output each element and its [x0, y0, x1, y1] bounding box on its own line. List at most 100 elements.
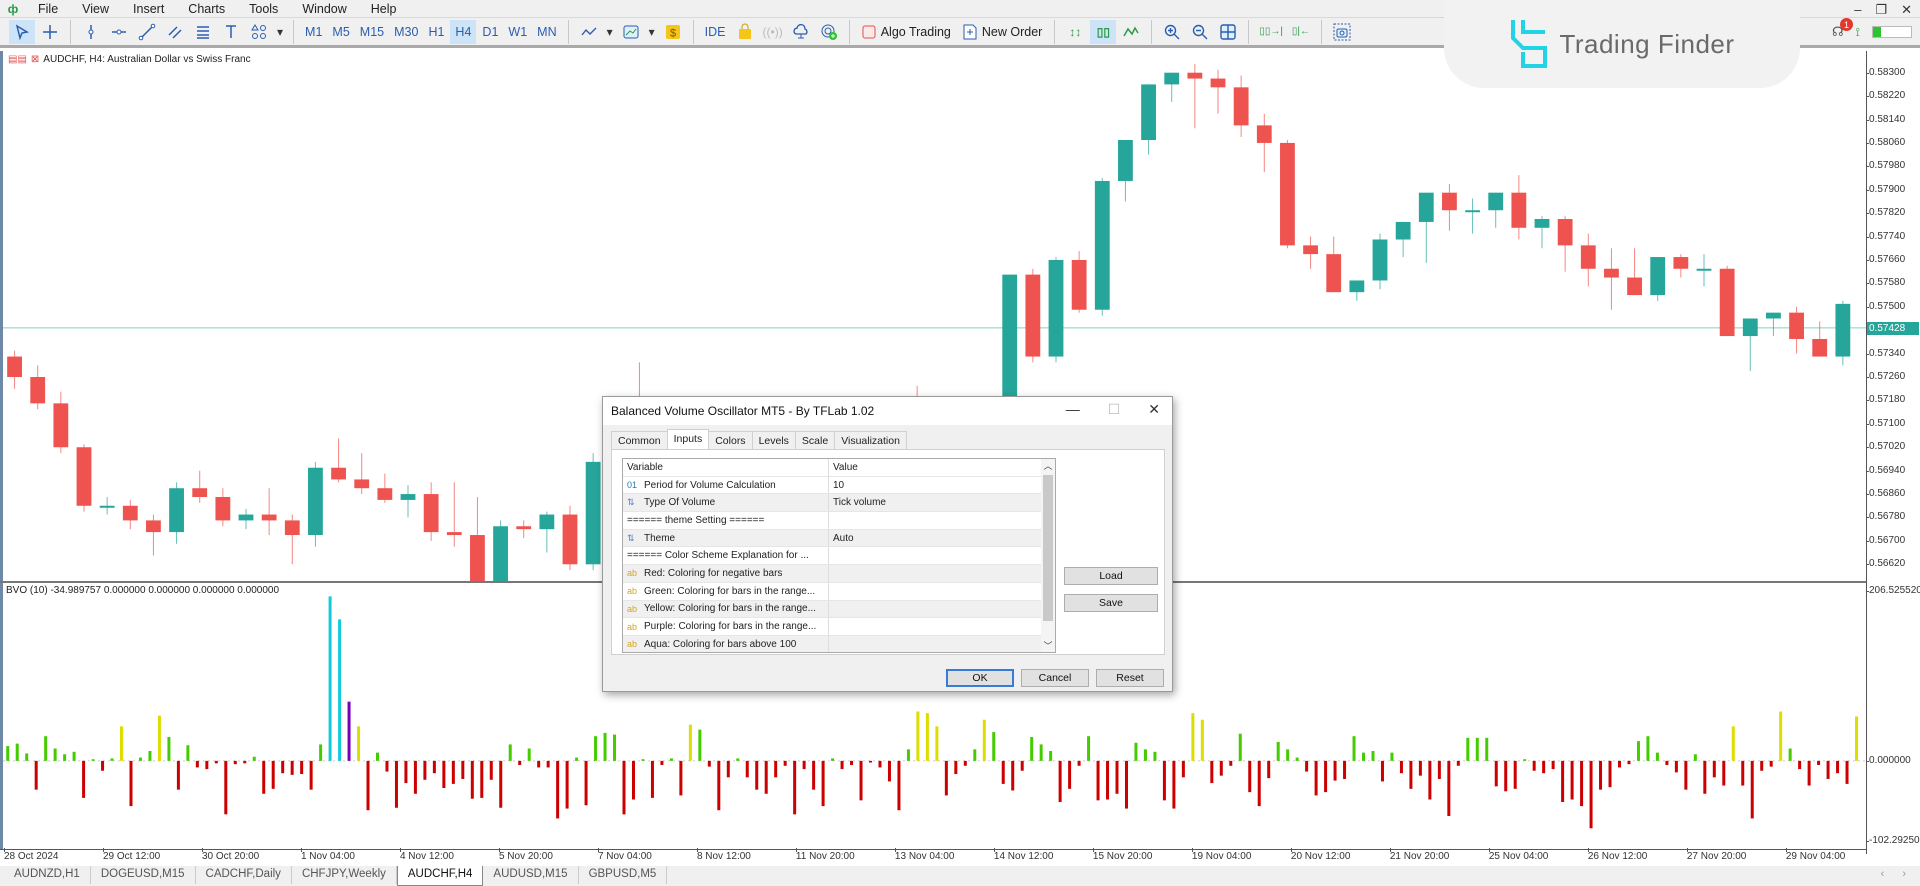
market-dollar-icon[interactable]: $ — [660, 20, 686, 44]
cancel-button[interactable]: Cancel — [1021, 669, 1089, 687]
indicators-icon[interactable] — [576, 20, 602, 44]
tab-scroll-left-icon[interactable]: ‹ — [1881, 868, 1885, 880]
connection-icon: ⟟ — [1855, 24, 1860, 39]
shopping-bag-icon[interactable] — [732, 20, 758, 44]
restore-button[interactable]: ❐ — [1875, 2, 1887, 18]
trendline-tool-icon[interactable] — [134, 20, 160, 44]
fingerprint-add-icon[interactable] — [816, 20, 842, 44]
close-button[interactable]: ✕ — [1901, 2, 1912, 18]
shapes-tool-icon[interactable] — [246, 20, 272, 44]
input-row[interactable]: ⇅ Type Of Volume Tick volume — [623, 494, 1055, 513]
timeframe-mn[interactable]: MN — [532, 25, 561, 39]
minimize-button[interactable]: – — [1854, 2, 1861, 18]
input-row[interactable]: ====== theme Setting ====== — [623, 512, 1055, 530]
timeframe-d1[interactable]: D1 — [477, 25, 503, 39]
timeframe-m1[interactable]: M1 — [300, 25, 327, 39]
equidistant-channel-tool-icon[interactable] — [162, 20, 188, 44]
time-axis[interactable]: 28 Oct 2024 29 Oct 12:00 30 Oct 20:00 1 Nov… — [0, 848, 1866, 865]
menu-file[interactable]: File — [26, 2, 70, 16]
price-tick-label: 0.58140 — [1865, 113, 1906, 125]
input-value[interactable]: 10 — [829, 480, 844, 491]
input-row[interactable]: ab Red: Coloring for negative bars — [623, 565, 1055, 583]
bvo-bar — [186, 745, 190, 761]
price-tick-label: 0.58300 — [1865, 66, 1906, 78]
candle — [1580, 233, 1596, 287]
chart-tab[interactable]: DOGEUSD,M15 — [91, 866, 196, 884]
tab-inputs[interactable]: Inputs — [666, 429, 710, 450]
line-chart-icon[interactable] — [1118, 20, 1144, 44]
candle-body — [192, 488, 208, 497]
timeframe-h1[interactable]: H1 — [423, 25, 449, 39]
chart-tab[interactable]: CADCHF,Daily — [196, 866, 292, 884]
fibonacci-tool-icon[interactable] — [190, 20, 216, 44]
menu-view[interactable]: View — [70, 2, 121, 16]
ok-button[interactable]: OK — [946, 669, 1014, 687]
zoom-in-icon[interactable] — [1159, 20, 1185, 44]
price-scale[interactable]: 0.58300 0.58220 0.58140 0.58060 0.57980 0.579… — [1865, 51, 1920, 854]
vertical-line-tool-icon[interactable] — [78, 20, 104, 44]
input-value[interactable]: Tick volume — [829, 497, 886, 508]
input-row[interactable]: ⇅ Theme Auto — [623, 529, 1055, 548]
menu-tools[interactable]: Tools — [237, 2, 290, 16]
scroll-up-icon[interactable]: ︿ — [1041, 459, 1055, 472]
timeframe-h4[interactable]: H4 — [450, 19, 477, 44]
reset-button[interactable]: Reset — [1096, 669, 1164, 687]
input-value[interactable]: Auto — [829, 533, 854, 544]
input-row[interactable]: ====== Color Scheme Explanation for ... — [623, 547, 1055, 566]
chart-shift-icon[interactable]: ▯|← — [1288, 20, 1314, 44]
save-button[interactable]: Save — [1064, 594, 1158, 612]
input-row[interactable]: ab Yellow: Coloring for bars in the range… — [623, 600, 1055, 619]
chart-tab[interactable]: AUDCHF,H4 — [396, 866, 484, 886]
chart-tab[interactable]: CHFJPY,Weekly — [292, 866, 397, 884]
candlestick-chart-icon[interactable]: ▯▯ — [1090, 19, 1117, 44]
dialog-minimize-button[interactable]: — — [1066, 401, 1080, 418]
menu-charts[interactable]: Charts — [176, 2, 237, 16]
input-row[interactable]: ab Green: Coloring for bars in the range.… — [623, 582, 1055, 601]
zoom-out-icon[interactable] — [1187, 20, 1213, 44]
bvo-bar — [622, 760, 626, 815]
dialog-maximize-button[interactable]: ☐ — [1108, 401, 1121, 418]
cloud-vps-icon[interactable] — [788, 20, 814, 44]
chevron-down-icon[interactable]: ▾ — [646, 20, 658, 44]
input-row[interactable]: ab Purple: Coloring for bars in the range… — [623, 618, 1055, 636]
dialog-close-button[interactable]: ✕ — [1148, 401, 1160, 418]
candle-body — [30, 377, 46, 404]
crosshair-tool-icon[interactable] — [37, 20, 63, 44]
chart-tab[interactable]: AUDUSD,M15 — [483, 866, 579, 884]
chart-tab[interactable]: AUDNZD,H1 — [4, 866, 91, 884]
bar-chart-icon[interactable]: ↕↕ — [1062, 20, 1088, 44]
tab-scroll-right-icon[interactable]: › — [1902, 868, 1906, 880]
ide-button[interactable]: IDE — [700, 25, 731, 39]
timeframe-m5[interactable]: M5 — [327, 25, 354, 39]
text-tool-icon[interactable] — [218, 20, 244, 44]
chevron-down-icon[interactable]: ▾ — [274, 20, 286, 44]
menu-insert[interactable]: Insert — [121, 2, 176, 16]
bvo-bar — [1542, 760, 1546, 774]
horizontal-line-tool-icon[interactable] — [106, 20, 132, 44]
input-row[interactable]: ab Aqua: Coloring for bars above 100 — [623, 635, 1055, 652]
chevron-down-icon[interactable]: ▾ — [604, 20, 616, 44]
templates-icon[interactable] — [618, 20, 644, 44]
grid-scrollbar[interactable]: ︿ ﹀ — [1041, 459, 1055, 652]
auto-scroll-icon[interactable]: ▯▯→| — [1256, 20, 1286, 44]
timeframe-m15[interactable]: M15 — [355, 25, 389, 39]
scroll-down-icon[interactable]: ﹀ — [1041, 639, 1055, 652]
load-button[interactable]: Load — [1064, 567, 1158, 585]
menu-help[interactable]: Help — [359, 2, 409, 16]
notifications-button[interactable]: ☊ 1 — [1832, 18, 1853, 40]
bvo-bar — [1741, 760, 1745, 786]
signal-broadcast-icon[interactable]: ((•)) — [760, 20, 786, 44]
bvo-bar — [148, 750, 152, 761]
toolbar-separator — [692, 19, 694, 44]
timeframe-m30[interactable]: M30 — [389, 25, 423, 39]
algo-trading-button[interactable]: Algo Trading — [856, 25, 957, 39]
timeframe-w1[interactable]: W1 — [503, 25, 532, 39]
cursor-tool-icon[interactable] — [9, 19, 35, 44]
scrollbar-thumb[interactable] — [1043, 475, 1053, 621]
new-order-button[interactable]: New Order — [957, 24, 1048, 40]
tile-windows-icon[interactable] — [1215, 20, 1241, 44]
menu-window[interactable]: Window — [290, 2, 358, 16]
chart-tab[interactable]: GBPUSD,M5 — [579, 866, 668, 884]
input-row[interactable]: 01 Period for Volume Calculation 10 — [623, 476, 1055, 495]
screenshot-icon[interactable] — [1329, 20, 1355, 44]
